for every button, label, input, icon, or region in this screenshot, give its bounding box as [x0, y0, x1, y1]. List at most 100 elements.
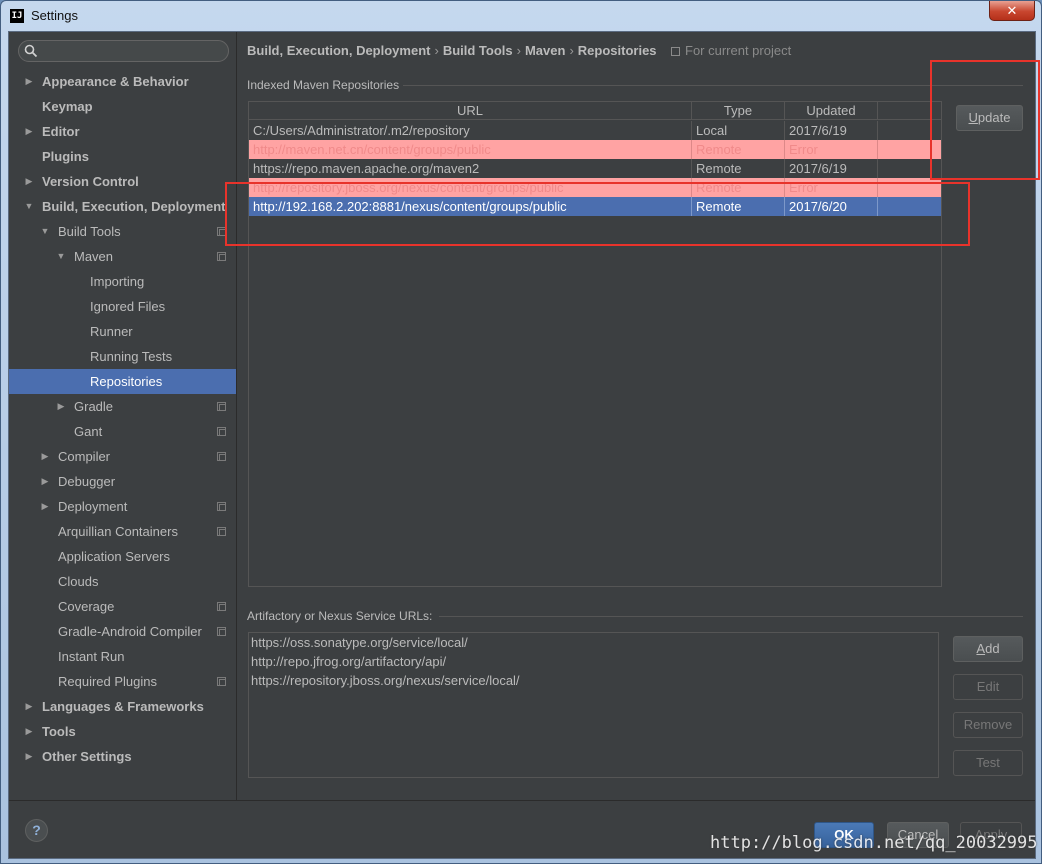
chevron-right-icon[interactable]: ▶	[24, 69, 34, 94]
breadcrumb-separator: ›	[516, 43, 521, 58]
chevron-down-icon[interactable]: ▼	[24, 194, 34, 219]
search-icon	[24, 44, 38, 58]
sidebar-item-label: Version Control	[42, 174, 139, 189]
chevron-right-icon[interactable]: ▶	[24, 169, 34, 194]
sidebar-item-label: Appearance & Behavior	[42, 74, 189, 89]
table-row[interactable]: https://repo.maven.apache.org/maven2 Remo…	[249, 159, 941, 178]
sidebar-item[interactable]: Coverage	[9, 594, 236, 619]
service-url-item[interactable]: https://repository.jboss.org/nexus/servi…	[251, 673, 520, 688]
project-level-icon	[217, 427, 226, 436]
edit-button[interactable]: Edit	[953, 674, 1023, 700]
chevron-right-icon[interactable]: ▶	[40, 469, 50, 494]
project-level-icon	[217, 502, 226, 511]
sidebar-item-label: Application Servers	[58, 549, 170, 564]
for-current-project-note: For current project	[685, 43, 792, 58]
add-button[interactable]: Add	[953, 636, 1023, 662]
table-cell-url: http://maven.net.cn/content/groups/publi…	[249, 140, 692, 159]
column-header-url[interactable]: URL	[249, 102, 692, 120]
sidebar-item[interactable]: Running Tests	[9, 344, 236, 369]
sidebar-item[interactable]: Runner	[9, 319, 236, 344]
sidebar-item[interactable]: ▼ Build Tools	[9, 219, 236, 244]
sidebar-item-label: Tools	[42, 724, 76, 739]
sidebar-item-label: Arquillian Containers	[58, 524, 178, 539]
chevron-right-icon[interactable]: ▶	[56, 394, 66, 419]
breadcrumb: Build, Execution, Deployment › Build Tools…	[247, 43, 657, 58]
column-header-type[interactable]: Type	[692, 102, 785, 120]
sidebar-item-label: Other Settings	[42, 749, 132, 764]
sidebar-item[interactable]: Required Plugins	[9, 669, 236, 694]
sidebar-item[interactable]: Arquillian Containers	[9, 519, 236, 544]
column-header-updated[interactable]: Updated	[785, 102, 878, 120]
sidebar-item-label: Build, Execution, Deployment	[42, 199, 226, 214]
sidebar-item[interactable]: ▼ Build, Execution, Deployment	[9, 194, 236, 219]
service-url-item[interactable]: https://oss.sonatype.org/service/local/	[251, 635, 468, 650]
section-divider	[439, 616, 1023, 617]
sidebar-item[interactable]: ▶ Editor	[9, 119, 236, 144]
sidebar-item[interactable]: ▶ Compiler	[9, 444, 236, 469]
sidebar-item[interactable]: Application Servers	[9, 544, 236, 569]
settings-window: IJ Settings ✕ ▶ Appearance & Behavior Keym…	[0, 0, 1042, 864]
chevron-right-icon[interactable]: ▶	[40, 494, 50, 519]
help-button[interactable]: ?	[25, 819, 48, 842]
sidebar-item-label: Plugins	[42, 149, 89, 164]
sidebar-item-label: Keymap	[42, 99, 93, 114]
chevron-right-icon[interactable]: ▶	[40, 444, 50, 469]
chevron-right-icon[interactable]: ▶	[24, 694, 34, 719]
sidebar-item[interactable]: ▶ Appearance & Behavior	[9, 69, 236, 94]
sidebar-item[interactable]: Gradle-Android Compiler	[9, 619, 236, 644]
project-level-icon	[217, 452, 226, 461]
sidebar-item[interactable]: ▶ Deployment	[9, 494, 236, 519]
sidebar-item[interactable]: ▶ Other Settings	[9, 744, 236, 769]
breadcrumb-separator: ›	[434, 43, 439, 58]
indexed-repositories-table[interactable]: URL Type Updated C:/Users/Administrator/…	[248, 101, 942, 587]
project-level-icon	[217, 402, 226, 411]
settings-sidebar: ▶ Appearance & Behavior Keymap ▶ Editor Plugi…	[9, 32, 237, 800]
chevron-down-icon[interactable]: ▼	[56, 244, 66, 269]
chevron-right-icon[interactable]: ▶	[24, 744, 34, 769]
table-row[interactable]: http://maven.net.cn/content/groups/publi…	[249, 140, 941, 159]
chevron-down-icon[interactable]: ▼	[40, 219, 50, 244]
sidebar-item-label: Required Plugins	[58, 674, 158, 689]
sidebar-item[interactable]: ▼ Maven	[9, 244, 236, 269]
sidebar-item[interactable]: ▶ Tools	[9, 719, 236, 744]
breadcrumb-separator: ›	[569, 43, 574, 58]
sidebar-item[interactable]: Importing	[9, 269, 236, 294]
project-scope-icon	[671, 47, 680, 56]
test-button[interactable]: Test	[953, 750, 1023, 776]
project-level-icon	[217, 527, 226, 536]
project-level-icon	[217, 677, 226, 686]
service-urls-label: Artifactory or Nexus Service URLs:	[247, 609, 433, 623]
sidebar-item[interactable]: Plugins	[9, 144, 236, 169]
add-mnemonic: A	[976, 641, 986, 656]
chevron-right-icon[interactable]: ▶	[24, 719, 34, 744]
breadcrumb-item: Repositories	[577, 43, 657, 58]
sidebar-item[interactable]: Repositories	[9, 369, 236, 394]
sidebar-item[interactable]: Gant	[9, 419, 236, 444]
sidebar-item-label: Coverage	[58, 599, 115, 614]
project-level-icon	[217, 627, 226, 636]
service-urls-list[interactable]: https://oss.sonatype.org/service/local/ …	[248, 632, 939, 778]
settings-search-input[interactable]	[18, 40, 229, 62]
chevron-right-icon[interactable]: ▶	[24, 119, 34, 144]
sidebar-item[interactable]: ▶ Gradle	[9, 394, 236, 419]
table-cell-url: C:/Users/Administrator/.m2/repository	[249, 121, 692, 140]
table-row[interactable]: C:/Users/Administrator/.m2/repository Loc…	[249, 121, 941, 140]
close-window-button[interactable]: ✕	[989, 1, 1035, 21]
sidebar-item[interactable]: Instant Run	[9, 644, 236, 669]
window-title: Settings	[31, 8, 78, 23]
sidebar-item[interactable]: ▶ Debugger	[9, 469, 236, 494]
sidebar-item-label: Compiler	[58, 449, 111, 464]
sidebar-item[interactable]: ▶ Languages & Frameworks	[9, 694, 236, 719]
sidebar-item[interactable]: Ignored Files	[9, 294, 236, 319]
sidebar-item-label: Clouds	[58, 574, 99, 589]
sidebar-item[interactable]: Keymap	[9, 94, 236, 119]
table-cell-updated: 2017/6/19	[785, 159, 878, 178]
sidebar-item-label: Gant	[74, 424, 103, 439]
sidebar-item-label: Importing	[90, 274, 145, 289]
sidebar-item[interactable]: ▶ Version Control	[9, 169, 236, 194]
annotation-highlight-update	[930, 60, 1040, 180]
remove-button[interactable]: Remove	[953, 712, 1023, 738]
sidebar-item[interactable]: Clouds	[9, 569, 236, 594]
sidebar-item-label: Maven	[74, 249, 114, 264]
service-url-item[interactable]: http://repo.jfrog.org/artifactory/api/	[251, 654, 446, 669]
